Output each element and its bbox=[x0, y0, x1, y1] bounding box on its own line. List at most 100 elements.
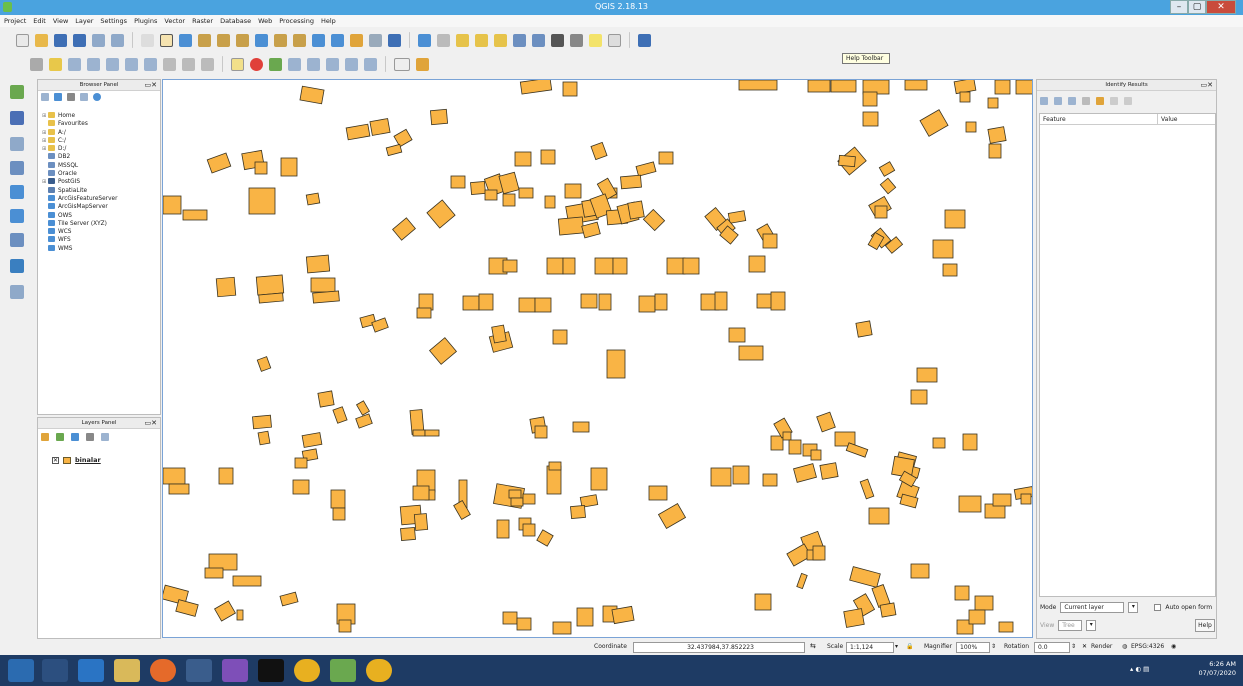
copy-features-icon[interactable] bbox=[182, 57, 195, 71]
diagram-icon[interactable] bbox=[250, 57, 263, 71]
copy-feature-icon[interactable] bbox=[1096, 97, 1104, 105]
building-feature[interactable] bbox=[581, 221, 601, 239]
building-feature[interactable] bbox=[248, 187, 276, 215]
layer-row[interactable]: ✕ binalar bbox=[52, 456, 101, 464]
building-feature[interactable] bbox=[830, 80, 857, 93]
map-tips-icon[interactable] bbox=[589, 33, 602, 47]
building-feature[interactable] bbox=[392, 217, 416, 241]
browser-item[interactable]: Favourites bbox=[42, 120, 158, 128]
chrome-icon-2[interactable] bbox=[366, 659, 392, 682]
maximize-button[interactable]: ▢ bbox=[1188, 0, 1206, 14]
chrome-icon[interactable] bbox=[294, 659, 320, 682]
postgresql-icon[interactable] bbox=[186, 659, 212, 682]
extents-toggle-icon[interactable]: ⇆ bbox=[810, 642, 816, 650]
rotation-spinner-icon[interactable]: ⇕ bbox=[1071, 643, 1076, 650]
close-button[interactable]: ✕ bbox=[1206, 0, 1236, 14]
building-feature[interactable] bbox=[987, 97, 999, 109]
menu-layer[interactable]: Layer bbox=[75, 17, 93, 25]
building-feature[interactable] bbox=[998, 621, 1014, 633]
building-feature[interactable] bbox=[819, 462, 839, 480]
building-feature[interactable] bbox=[843, 608, 865, 628]
browser-item[interactable]: Tile Server (XYZ) bbox=[42, 219, 158, 228]
add-raster-layer-icon[interactable] bbox=[10, 111, 24, 125]
vs-code-icon[interactable] bbox=[78, 659, 104, 682]
building-feature[interactable] bbox=[305, 192, 321, 206]
building-feature[interactable] bbox=[648, 485, 668, 501]
building-feature[interactable] bbox=[754, 593, 772, 611]
building-feature[interactable] bbox=[590, 141, 608, 161]
column-feature[interactable]: Feature bbox=[1040, 114, 1158, 124]
add-wcs-icon[interactable] bbox=[10, 209, 24, 223]
building-feature[interactable] bbox=[796, 572, 808, 590]
building-feature[interactable] bbox=[206, 152, 232, 174]
text-annotation-icon[interactable] bbox=[608, 33, 621, 47]
building-feature[interactable] bbox=[878, 161, 896, 177]
menu-database[interactable]: Database bbox=[220, 17, 251, 25]
menu-help[interactable]: Help bbox=[321, 17, 336, 25]
mode-select[interactable]: Current layer bbox=[1060, 602, 1125, 613]
building-feature[interactable] bbox=[810, 449, 822, 461]
zoom-full-icon[interactable] bbox=[255, 33, 268, 47]
messages-icon[interactable]: ◉ bbox=[1171, 643, 1176, 650]
building-feature[interactable] bbox=[962, 433, 978, 451]
building-feature[interactable] bbox=[682, 257, 700, 275]
browser-item[interactable]: ⊞ PostGIS bbox=[42, 178, 158, 186]
add-vector-layer-icon[interactable] bbox=[10, 85, 24, 99]
building-feature[interactable] bbox=[426, 199, 456, 229]
magnifier-spinner-icon[interactable]: ⇕ bbox=[991, 643, 996, 650]
building-feature[interactable] bbox=[932, 437, 946, 449]
building-feature[interactable] bbox=[491, 324, 507, 344]
building-feature[interactable] bbox=[594, 257, 614, 275]
building-feature[interactable] bbox=[738, 345, 764, 361]
properties-icon[interactable] bbox=[93, 93, 101, 101]
building-feature[interactable] bbox=[208, 553, 238, 571]
building-feature[interactable] bbox=[727, 210, 747, 224]
open-project-icon[interactable] bbox=[35, 33, 48, 47]
building-feature[interactable] bbox=[611, 605, 635, 625]
browser-item[interactable]: ArcGisMapServer bbox=[42, 203, 158, 211]
building-feature[interactable] bbox=[732, 465, 750, 485]
minimize-button[interactable]: – bbox=[1170, 0, 1188, 14]
zoom-native-icon[interactable] bbox=[236, 33, 249, 47]
building-feature[interactable] bbox=[627, 200, 645, 220]
building-feature[interactable] bbox=[968, 609, 986, 625]
building-feature[interactable] bbox=[738, 80, 778, 91]
building-feature[interactable] bbox=[478, 293, 494, 311]
touch-zoom-icon[interactable] bbox=[141, 33, 154, 47]
menu-settings[interactable]: Settings bbox=[100, 17, 127, 25]
menu-vector[interactable]: Vector bbox=[164, 17, 185, 25]
building-feature[interactable] bbox=[204, 567, 224, 579]
building-feature[interactable] bbox=[1020, 493, 1032, 505]
building-feature[interactable] bbox=[959, 91, 971, 103]
building-feature[interactable] bbox=[1015, 80, 1033, 95]
building-feature[interactable] bbox=[416, 307, 432, 319]
building-feature[interactable] bbox=[992, 493, 1012, 507]
building-feature[interactable] bbox=[534, 425, 548, 439]
building-feature[interactable] bbox=[182, 209, 208, 221]
building-feature[interactable] bbox=[788, 439, 802, 455]
building-feature[interactable] bbox=[546, 257, 564, 275]
building-feature[interactable] bbox=[635, 161, 657, 177]
refresh-icon[interactable] bbox=[388, 33, 401, 47]
building-feature[interactable] bbox=[816, 411, 836, 433]
building-feature[interactable] bbox=[428, 337, 458, 365]
building-feature[interactable] bbox=[965, 121, 977, 133]
expression-filter-icon[interactable] bbox=[101, 433, 109, 441]
building-feature[interactable] bbox=[879, 602, 897, 618]
layer-name[interactable]: binalar bbox=[75, 456, 101, 464]
browser-item[interactable]: WCS bbox=[42, 228, 158, 236]
building-feature[interactable] bbox=[518, 187, 534, 199]
add-group-icon[interactable] bbox=[56, 433, 64, 441]
building-feature[interactable] bbox=[748, 255, 766, 273]
building-feature[interactable] bbox=[762, 233, 778, 249]
building-feature[interactable] bbox=[540, 149, 556, 165]
building-feature[interactable] bbox=[942, 263, 958, 277]
composer-manager-icon[interactable] bbox=[111, 33, 124, 47]
add-delimited-text-icon[interactable] bbox=[10, 137, 24, 151]
show-hide-labels-icon[interactable] bbox=[288, 57, 301, 71]
building-feature[interactable] bbox=[496, 519, 510, 539]
building-feature[interactable] bbox=[658, 151, 674, 165]
scale-field[interactable]: 1:1,124 bbox=[846, 642, 894, 653]
building-feature[interactable] bbox=[369, 118, 391, 136]
building-feature[interactable] bbox=[954, 585, 970, 601]
